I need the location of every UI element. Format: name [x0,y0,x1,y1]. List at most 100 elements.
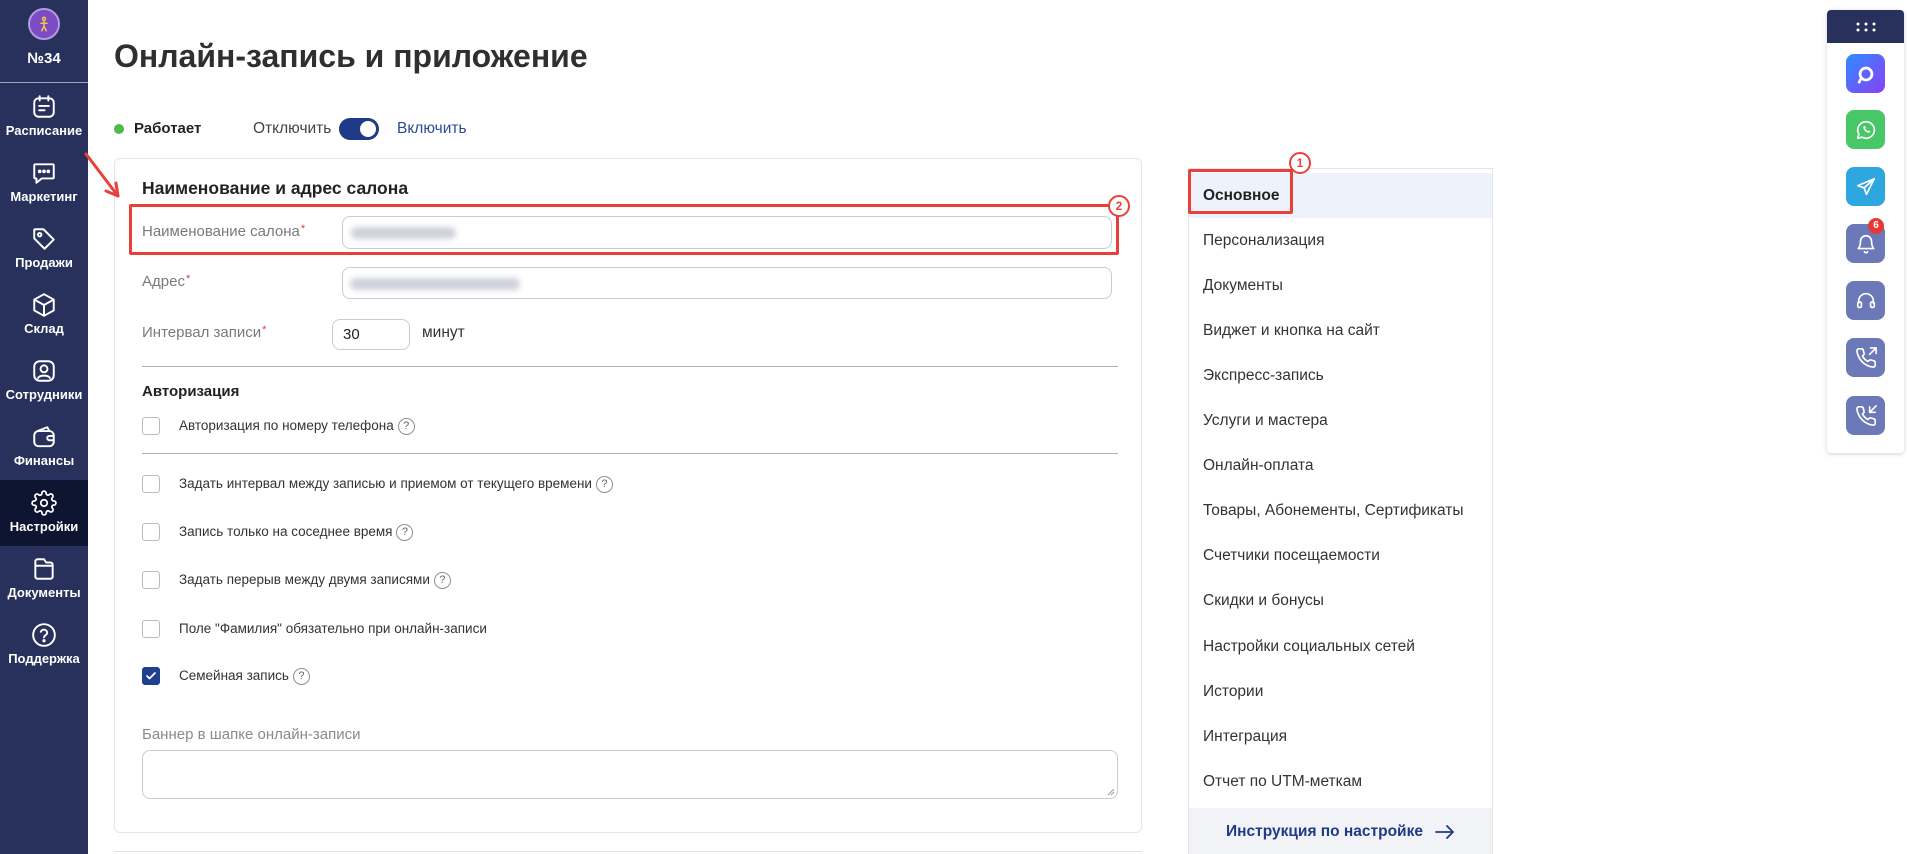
settings-nav-stories[interactable]: Истории [1189,669,1492,714]
option-break-between[interactable]: Задать перерыв между двумя записями ? [142,570,451,590]
outgoing-call-button[interactable] [1846,338,1885,377]
interval-label: Интервал записи* [142,324,266,342]
settings-nav-utm[interactable]: Отчет по UTM-меткам [1189,759,1492,804]
gear-icon [31,490,57,516]
sidebar-item-schedule[interactable]: Расписание [0,84,88,150]
address-label: Адрес* [142,273,190,291]
interval-label-text: Интервал записи [142,324,262,341]
help-icon[interactable]: ? [396,523,414,541]
option-label: Семейная запись [179,668,289,683]
banner-textarea[interactable] [142,750,1118,799]
disable-label[interactable]: Отключить [253,120,331,138]
chat-bubble-icon [31,160,57,186]
checkbox[interactable] [142,620,160,638]
salon-avatar[interactable] [28,8,60,40]
support-headset-button[interactable] [1846,281,1885,320]
online-booking-toggle[interactable] [339,118,379,140]
notifications-button[interactable]: 6 [1846,218,1885,263]
instruction-link[interactable]: Инструкция по настройке [1189,808,1492,854]
sidebar-item-finance[interactable]: Финансы [0,414,88,480]
checkbox[interactable] [142,417,160,435]
annotation-arrow-icon [84,152,120,198]
bell-icon [1856,234,1875,253]
option-phone-auth[interactable]: Авторизация по номеру телефона ? [142,416,415,436]
sidebar-item-label: Склад [24,321,64,336]
phone-outgoing-icon [1855,346,1877,368]
sidebar-item-warehouse[interactable]: Склад [0,282,88,348]
help-icon[interactable]: ? [433,571,451,589]
main-sidebar: №34 Расписание Маркетинг Продажи Склад С… [0,0,88,854]
settings-nav-payment[interactable]: Онлайн-оплата [1189,443,1492,488]
document-icon [31,556,57,582]
required-mark: * [262,324,267,336]
settings-nav-counters[interactable]: Счетчики посещаемости [1189,533,1492,578]
apps-grid-button[interactable] [1827,10,1904,43]
settings-nav: Основное Персонализация Документы Виджет… [1188,168,1493,854]
interval-input[interactable]: 30 [332,319,410,350]
resize-handle-icon[interactable] [1107,788,1115,796]
settings-nav-basic[interactable]: Основное [1189,173,1492,218]
sidebar-item-documents[interactable]: Документы [0,546,88,612]
salon-number: №34 [27,50,61,67]
salon-name-input[interactable] [342,216,1112,249]
max-messenger-button[interactable] [1846,54,1885,93]
sidebar-item-sales[interactable]: Продажи [0,216,88,282]
settings-nav-widget[interactable]: Виджет и кнопка на сайт [1189,308,1492,353]
settings-nav-discounts[interactable]: Скидки и бонусы [1189,578,1492,623]
box-icon [31,292,57,318]
arrow-right-icon [1435,824,1454,839]
apps-grid-icon [1856,22,1875,31]
person-icon [40,16,48,32]
option-label: Задать перерыв между двумя записями [179,572,430,587]
settings-nav-express[interactable]: Экспресс-запись [1189,353,1492,398]
settings-nav-social[interactable]: Настройки социальных сетей [1189,624,1492,669]
section-title: Наименование и адрес салона [142,178,409,198]
page-title: Онлайн-запись и приложение [114,38,588,74]
toggle-knob [360,121,376,137]
interval-unit: минут [422,324,465,341]
whatsapp-button[interactable] [1846,110,1885,149]
help-icon[interactable]: ? [292,667,310,685]
checkbox[interactable] [142,571,160,589]
divider [142,453,1118,454]
checkbox[interactable] [142,523,160,541]
sidebar-item-staff[interactable]: Сотрудники [0,348,88,414]
sidebar-item-settings[interactable]: Настройки [0,480,88,546]
divider [142,366,1118,367]
help-icon[interactable]: ? [595,475,613,493]
widget-bar: 6 [1827,10,1904,453]
status-label: Работает [134,120,202,137]
settings-nav-goods[interactable]: Товары, Абонементы, Сертификаты [1189,488,1492,533]
telegram-button[interactable] [1846,167,1885,206]
help-icon[interactable]: ? [397,417,415,435]
notification-badge: 6 [1868,218,1884,234]
salon-name-label-text: Наименование салона [142,223,300,240]
incoming-call-button[interactable] [1846,396,1885,435]
option-surname-required[interactable]: Поле "Фамилия" обязательно при онлайн-за… [142,619,487,639]
salon-name-label: Наименование салона* [142,223,305,241]
sidebar-item-support[interactable]: Поддержка [0,612,88,678]
address-input[interactable] [342,267,1112,299]
help-circle-icon [31,622,57,648]
sidebar-divider [0,82,88,83]
sidebar-item-marketing[interactable]: Маркетинг [0,150,88,216]
settings-nav-documents[interactable]: Документы [1189,263,1492,308]
settings-nav-integration[interactable]: Интеграция [1189,714,1492,759]
salon-settings-card: Наименование и адрес салона Наименование… [114,158,1142,833]
banner-label: Баннер в шапке онлайн-записи [142,726,361,743]
instruction-label: Инструкция по настройке [1226,822,1423,840]
option-adjacent-time[interactable]: Запись только на соседнее время ? [142,522,414,542]
option-label: Поле "Фамилия" обязательно при онлайн-за… [179,621,487,636]
required-mark: * [185,273,191,285]
address-label-text: Адрес [142,273,185,290]
checkbox[interactable] [142,667,160,685]
redacted-value [351,227,456,239]
checkbox[interactable] [142,475,160,493]
settings-nav-services[interactable]: Услуги и мастера [1189,398,1492,443]
whatsapp-icon [1856,120,1875,139]
option-family-booking[interactable]: Семейная запись ? [142,666,310,686]
schedule-icon [31,94,57,120]
enable-label[interactable]: Включить [397,120,467,138]
option-interval-from-now[interactable]: Задать интервал между записью и приемом … [142,474,613,494]
settings-nav-personalization[interactable]: Персонализация [1189,218,1492,263]
